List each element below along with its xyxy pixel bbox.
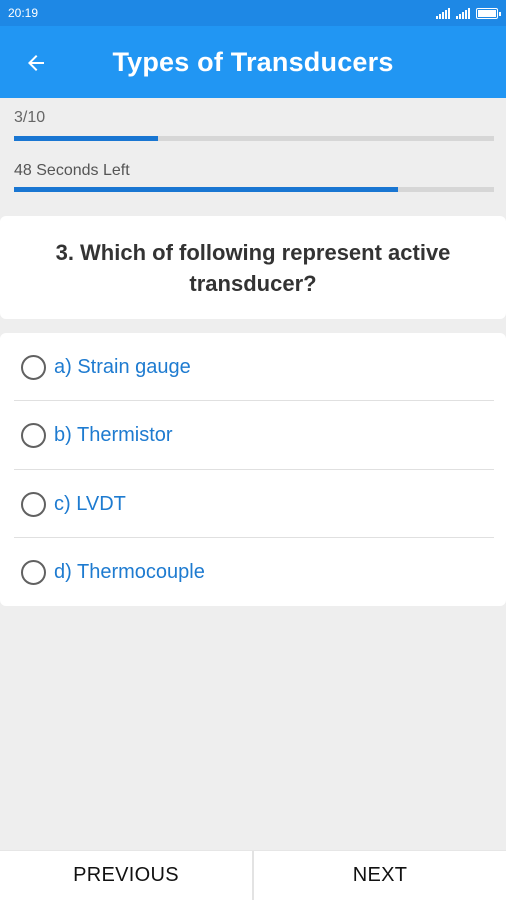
signal-icon bbox=[456, 7, 470, 19]
option-label: c) LVDT bbox=[54, 492, 126, 515]
option-a[interactable]: a) Strain gauge bbox=[14, 333, 494, 401]
status-icons bbox=[436, 7, 501, 19]
option-d[interactable]: d) Thermocouple bbox=[14, 538, 494, 606]
option-c[interactable]: c) LVDT bbox=[14, 470, 494, 538]
previous-button[interactable]: PREVIOUS bbox=[0, 851, 252, 900]
status-time: 20:19 bbox=[8, 6, 39, 20]
option-b[interactable]: b) Thermistor bbox=[14, 401, 494, 469]
radio-button[interactable] bbox=[21, 559, 46, 585]
timer-progress-fill bbox=[14, 187, 398, 192]
question-text: 3. Which of following represent active t… bbox=[55, 239, 451, 296]
question-counter: 3/10 bbox=[14, 109, 46, 126]
signal-icon bbox=[436, 7, 450, 19]
page-title: Types of Transducers bbox=[112, 46, 394, 77]
option-label: d) Thermocouple bbox=[54, 560, 205, 583]
radio-button[interactable] bbox=[21, 422, 46, 448]
radio-button[interactable] bbox=[21, 354, 46, 380]
battery-icon bbox=[476, 7, 501, 19]
timer-progress-bar bbox=[14, 187, 494, 192]
arrow-left-icon bbox=[28, 55, 44, 71]
question-card: 3. Which of following represent active t… bbox=[0, 216, 506, 319]
question-progress-bar bbox=[14, 136, 494, 141]
status-bar: 20:19 bbox=[0, 0, 506, 26]
back-button[interactable] bbox=[20, 48, 52, 78]
options-card: a) Strain gauge b) Thermistor c) LVDT d)… bbox=[0, 333, 506, 606]
next-button[interactable]: NEXT bbox=[254, 851, 506, 900]
option-label: b) Thermistor bbox=[54, 423, 173, 446]
option-label: a) Strain gauge bbox=[54, 355, 191, 378]
question-progress-fill bbox=[14, 136, 158, 141]
bottom-nav-bar: PREVIOUS NEXT bbox=[0, 850, 506, 900]
timer-label: 48 Seconds Left bbox=[14, 162, 130, 179]
radio-button[interactable] bbox=[21, 491, 46, 517]
app-bar: Types of Transducers bbox=[0, 26, 506, 98]
